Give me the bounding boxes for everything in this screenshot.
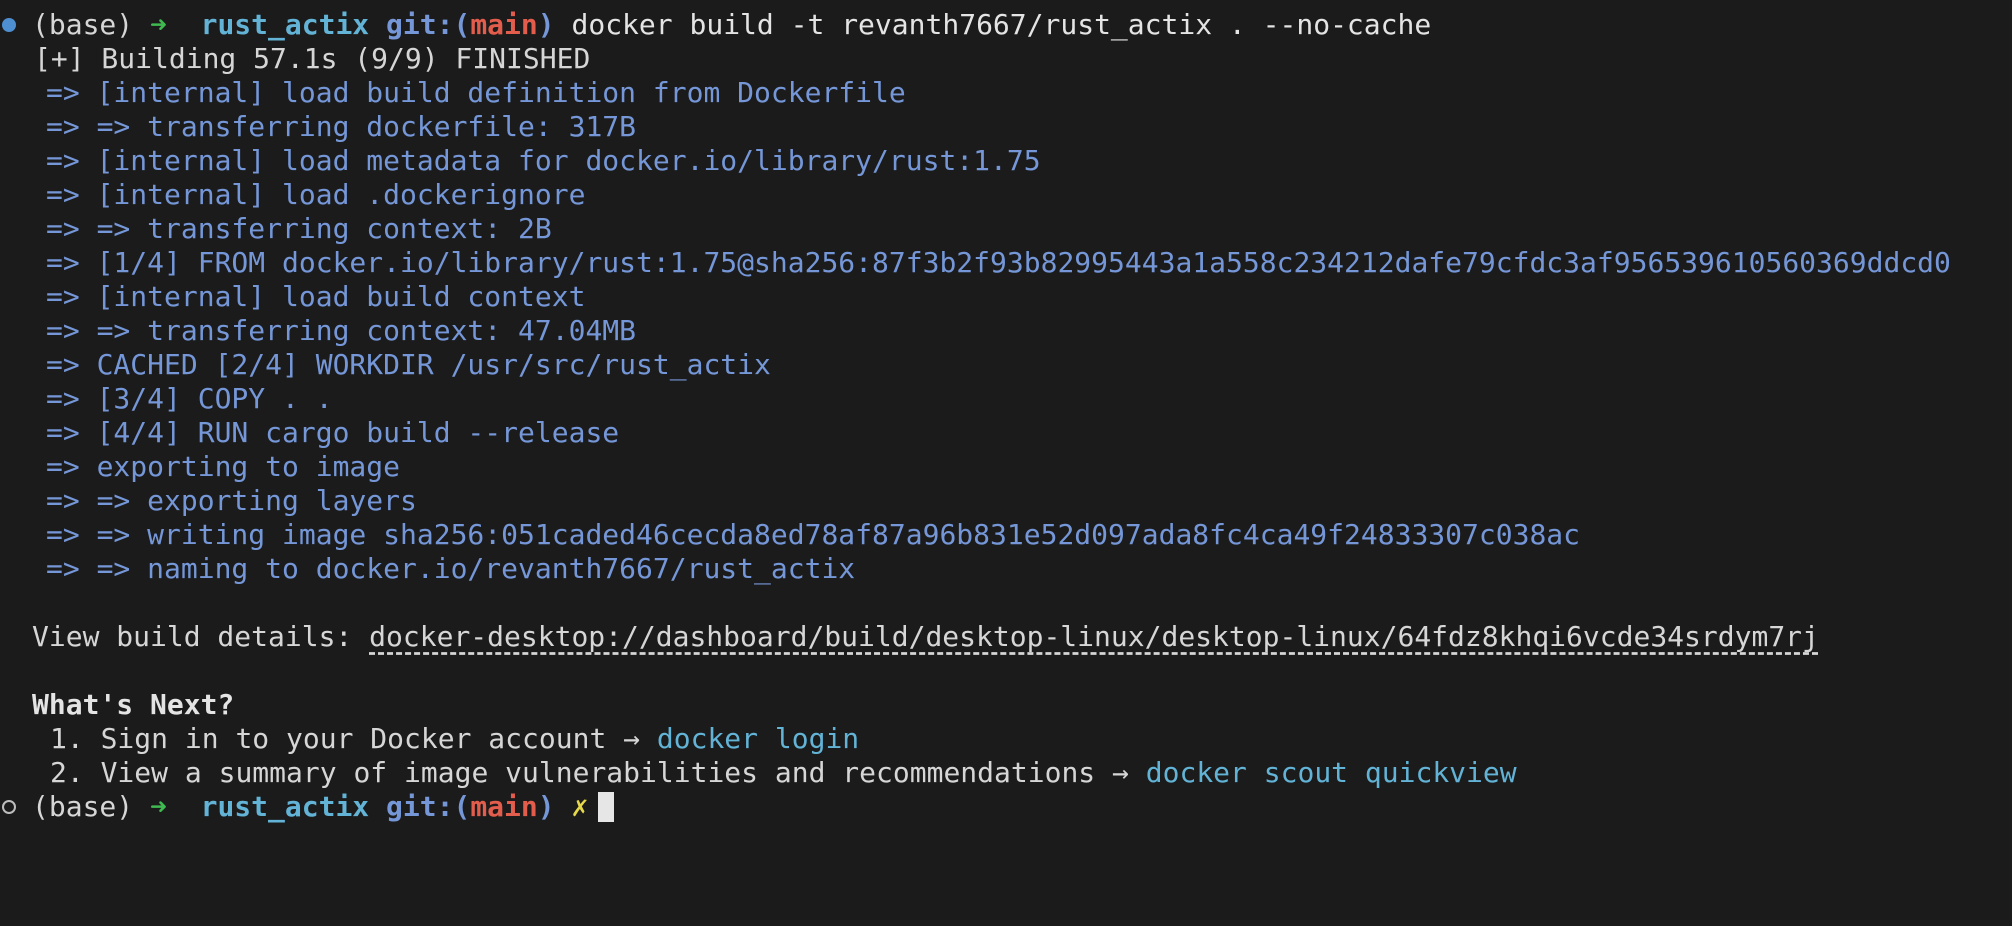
prompt-line: (base) ➜ rust_actix git:(main) docker bu…	[0, 8, 2012, 42]
conda-env: (base)	[32, 790, 134, 823]
git-suffix: )	[537, 8, 555, 41]
build-step-text: => [internal] load build definition from…	[46, 76, 906, 109]
build-step-text: => [internal] load metadata for docker.i…	[46, 144, 1041, 177]
build-header: [+] Building 57.1s (9/9) FINISHED	[0, 42, 2012, 76]
conda-env: (base)	[32, 8, 134, 41]
build-step-text: => [internal] load .dockerignore	[46, 178, 586, 211]
whats-next-title: What's Next?	[0, 688, 2012, 722]
build-step: => [internal] load metadata for docker.i…	[0, 144, 2012, 178]
build-step-text: => [1/4] FROM docker.io/library/rust:1.7…	[46, 246, 1951, 279]
build-step: => [3/4] COPY . .	[0, 382, 2012, 416]
build-step-text: => => naming to docker.io/revanth7667/ru…	[46, 552, 856, 585]
build-step: => => transferring dockerfile: 317B	[0, 110, 2012, 144]
build-step: => => transferring context: 2B	[0, 212, 2012, 246]
command-text: docker build -t revanth7667/rust_actix .…	[571, 8, 1432, 41]
build-step: => [4/4] RUN cargo build --release	[0, 416, 2012, 450]
item-text: Sign in to your Docker account →	[100, 722, 657, 755]
build-step-text: => => transferring context: 2B	[46, 212, 552, 245]
build-step-text: => => transferring context: 47.04MB	[46, 314, 637, 347]
prompt-directory: rust_actix	[200, 790, 370, 823]
command-status-dot-icon	[2, 18, 16, 32]
prompt-status-dot-icon	[2, 800, 16, 814]
build-step-text: => => transferring dockerfile: 317B	[46, 110, 637, 143]
build-step: => exporting to image	[0, 450, 2012, 484]
build-details-label: View build details:	[32, 620, 370, 653]
build-step: => => writing image sha256:051caded46cec…	[0, 518, 2012, 552]
build-header-text: [+] Building 57.1s (9/9) FINISHED	[34, 42, 591, 75]
git-suffix: )	[537, 790, 555, 823]
build-step: => => exporting layers	[0, 484, 2012, 518]
docker-scout-command[interactable]: docker scout quickview	[1146, 756, 1517, 789]
docker-login-command[interactable]: docker login	[657, 722, 859, 755]
terminal-output: (base) ➜ rust_actix git:(main) docker bu…	[0, 8, 2012, 824]
git-branch: main	[470, 8, 538, 41]
build-step-text: => [4/4] RUN cargo build --release	[46, 416, 620, 449]
build-step-text: => [3/4] COPY . .	[46, 382, 333, 415]
item-text: View a summary of image vulnerabilities …	[100, 756, 1146, 789]
git-dirty-icon: ✗	[571, 790, 589, 823]
prompt-arrow-icon: ➜	[150, 790, 167, 823]
build-step-text: => exporting to image	[46, 450, 401, 483]
git-prefix: git:(	[386, 790, 471, 823]
build-details-line: View build details: docker-desktop://das…	[0, 620, 2012, 654]
build-step-text: => CACHED [2/4] WORKDIR /usr/src/rust_ac…	[46, 348, 771, 381]
build-details-link[interactable]: docker-desktop://dashboard/build/desktop…	[369, 620, 1819, 653]
prompt-directory: rust_actix	[200, 8, 370, 41]
build-step: => [internal] load build context	[0, 280, 2012, 314]
build-step-text: => [internal] load build context	[46, 280, 586, 313]
build-step: => CACHED [2/4] WORKDIR /usr/src/rust_ac…	[0, 348, 2012, 382]
build-step: => => naming to docker.io/revanth7667/ru…	[0, 552, 2012, 586]
build-step: => [internal] load .dockerignore	[0, 178, 2012, 212]
item-number: 2.	[50, 756, 84, 789]
build-step-text: => => exporting layers	[46, 484, 417, 517]
build-step-text: => => writing image sha256:051caded46cec…	[46, 518, 1581, 551]
text-cursor[interactable]	[598, 792, 615, 822]
git-branch: main	[470, 790, 538, 823]
whats-next-item: 1. Sign in to your Docker account → dock…	[0, 722, 2012, 756]
build-step: => => transferring context: 47.04MB	[0, 314, 2012, 348]
prompt-arrow-icon: ➜	[150, 8, 167, 41]
item-number: 1.	[50, 722, 84, 755]
whats-next-item: 2. View a summary of image vulnerabiliti…	[0, 756, 2012, 790]
whats-next-heading: What's Next?	[32, 688, 235, 721]
current-prompt-line: (base) ➜ rust_actix git:(main) ✗	[0, 790, 2012, 824]
build-step: => [internal] load build definition from…	[0, 76, 2012, 110]
build-step: => [1/4] FROM docker.io/library/rust:1.7…	[0, 246, 2012, 280]
git-prefix: git:(	[386, 8, 471, 41]
